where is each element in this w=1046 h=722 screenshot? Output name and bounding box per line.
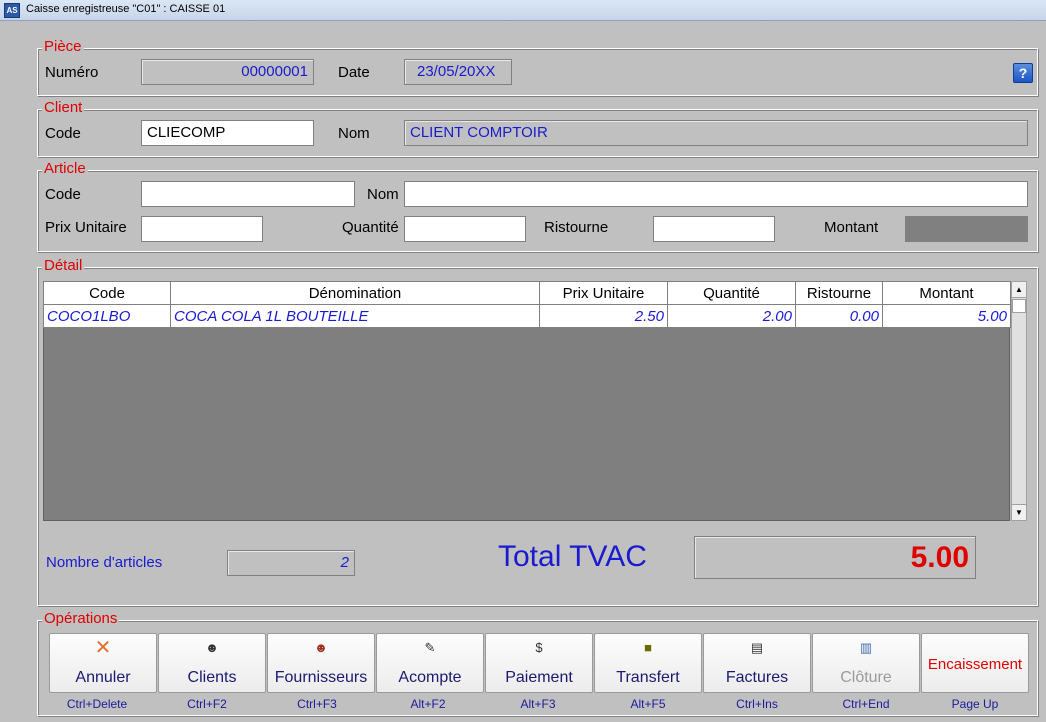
- nombre-articles-label: Nombre d'articles: [46, 554, 163, 571]
- receipt-icon: ✎: [424, 640, 436, 655]
- fournisseurs-label: Fournisseurs: [274, 669, 368, 686]
- article-nom-label: Nom: [367, 186, 399, 203]
- acompte-button[interactable]: ✎ Acompte: [376, 633, 484, 693]
- montant-label: Montant: [824, 219, 879, 236]
- table-row[interactable]: COCO1LBO COCA COLA 1L BOUTEILLE 2.50 2.0…: [43, 304, 1011, 328]
- clients-label: Clients: [187, 669, 237, 686]
- numero-field: 00000001: [141, 59, 314, 85]
- client-nom-label: Nom: [338, 125, 370, 142]
- cloture-button[interactable]: ▥ Clôture: [812, 633, 920, 693]
- article-legend: Article: [42, 160, 88, 178]
- detail-table: Code Dénomination Prix Unitaire Quantité…: [43, 281, 1011, 328]
- cancel-icon: ✕: [94, 637, 112, 659]
- window-title: Caisse enregistreuse "C01" : CAISSE 01: [26, 3, 226, 15]
- paiement-label: Paiement: [505, 669, 573, 686]
- factures-button[interactable]: ▤ Factures: [703, 633, 811, 693]
- column-header-prix-unitaire[interactable]: Prix Unitaire: [539, 281, 668, 305]
- transfer-icon: ■: [644, 640, 652, 655]
- client-code-input[interactable]: CLIECOMP: [141, 120, 314, 146]
- scroll-down-icon[interactable]: ▼: [1012, 504, 1026, 520]
- window-titlebar: AS Caisse enregistreuse "C01" : CAISSE 0…: [0, 0, 1046, 21]
- total-tvac-label: Total TVAC: [498, 540, 647, 573]
- quantite-input[interactable]: [404, 216, 526, 242]
- ristourne-label: Ristourne: [544, 219, 609, 236]
- column-header-code[interactable]: Code: [43, 281, 171, 305]
- cell-prix-unitaire[interactable]: 2.50: [539, 304, 668, 328]
- help-button[interactable]: ?: [1013, 63, 1033, 83]
- app-icon: AS: [4, 3, 20, 18]
- clients-button[interactable]: ☻ Clients: [158, 633, 266, 693]
- shortcut-acompte: Alt+F2: [410, 697, 446, 711]
- suppliers-icon: ☻: [314, 640, 328, 655]
- client-nom-field: CLIENT COMPTOIR: [404, 120, 1028, 146]
- numero-label: Numéro: [45, 64, 99, 81]
- prix-unitaire-label: Prix Unitaire: [45, 219, 127, 236]
- prix-unitaire-input[interactable]: [141, 216, 263, 242]
- ristourne-input[interactable]: [653, 216, 775, 242]
- column-header-ristourne[interactable]: Ristourne: [795, 281, 883, 305]
- annuler-label: Annuler: [75, 669, 131, 686]
- shortcut-encaissement: Page Up: [951, 697, 999, 711]
- annuler-button[interactable]: ✕ Annuler: [49, 633, 157, 693]
- article-code-label: Code: [45, 186, 81, 203]
- shortcut-annuler: Ctrl+Delete: [66, 697, 128, 711]
- acompte-label: Acompte: [398, 669, 462, 686]
- quantite-label: Quantité: [342, 219, 399, 236]
- column-header-montant[interactable]: Montant: [882, 281, 1011, 305]
- scroll-thumb[interactable]: [1012, 299, 1026, 313]
- total-tvac-value: 5.00: [694, 536, 976, 579]
- article-code-input[interactable]: [141, 181, 355, 207]
- detail-scrollbar[interactable]: ▲ ▼: [1011, 281, 1027, 521]
- shortcut-paiement: Alt+F3: [520, 697, 556, 711]
- date-label: Date: [338, 64, 370, 81]
- column-header-quantite[interactable]: Quantité: [667, 281, 796, 305]
- encaissement-button[interactable]: Encaissement: [921, 633, 1029, 693]
- factures-label: Factures: [725, 669, 789, 686]
- article-nom-input[interactable]: [404, 181, 1028, 207]
- shortcut-factures: Ctrl+Ins: [736, 697, 778, 711]
- cell-quantite[interactable]: 2.00: [667, 304, 796, 328]
- operations-legend: Opérations: [42, 610, 120, 628]
- shortcut-clients: Ctrl+F2: [187, 697, 227, 711]
- shortcut-cloture: Ctrl+End: [842, 697, 890, 711]
- cell-code[interactable]: COCO1LBO: [43, 304, 171, 328]
- cell-denomination[interactable]: COCA COLA 1L BOUTEILLE: [170, 304, 540, 328]
- paiement-button[interactable]: $ Paiement: [485, 633, 593, 693]
- closing-icon: ▥: [859, 640, 873, 655]
- transfert-button[interactable]: ■ Transfert: [594, 633, 702, 693]
- clients-icon: ☻: [205, 640, 219, 655]
- client-legend: Client: [42, 99, 85, 117]
- shortcut-fournisseurs: Ctrl+F3: [297, 697, 337, 711]
- invoices-icon: ▤: [750, 640, 764, 655]
- cell-ristourne[interactable]: 0.00: [795, 304, 883, 328]
- encaissement-label: Encaissement: [927, 656, 1023, 673]
- cell-montant[interactable]: 5.00: [882, 304, 1011, 328]
- montant-field: [905, 216, 1028, 242]
- client-code-label: Code: [45, 125, 81, 142]
- payment-icon: $: [535, 640, 543, 655]
- column-header-denomination[interactable]: Dénomination: [170, 281, 540, 305]
- transfert-label: Transfert: [616, 669, 680, 686]
- detail-legend: Détail: [42, 257, 85, 275]
- cloture-label: Clôture: [840, 669, 892, 686]
- scroll-up-icon[interactable]: ▲: [1012, 282, 1026, 298]
- shortcut-transfert: Alt+F5: [630, 697, 666, 711]
- nombre-articles-field: 2: [227, 550, 355, 576]
- piece-legend: Pièce: [42, 38, 84, 56]
- date-field: 23/05/20XX: [404, 59, 512, 85]
- table-header: Code Dénomination Prix Unitaire Quantité…: [43, 281, 1011, 305]
- fournisseurs-button[interactable]: ☻ Fournisseurs: [267, 633, 375, 693]
